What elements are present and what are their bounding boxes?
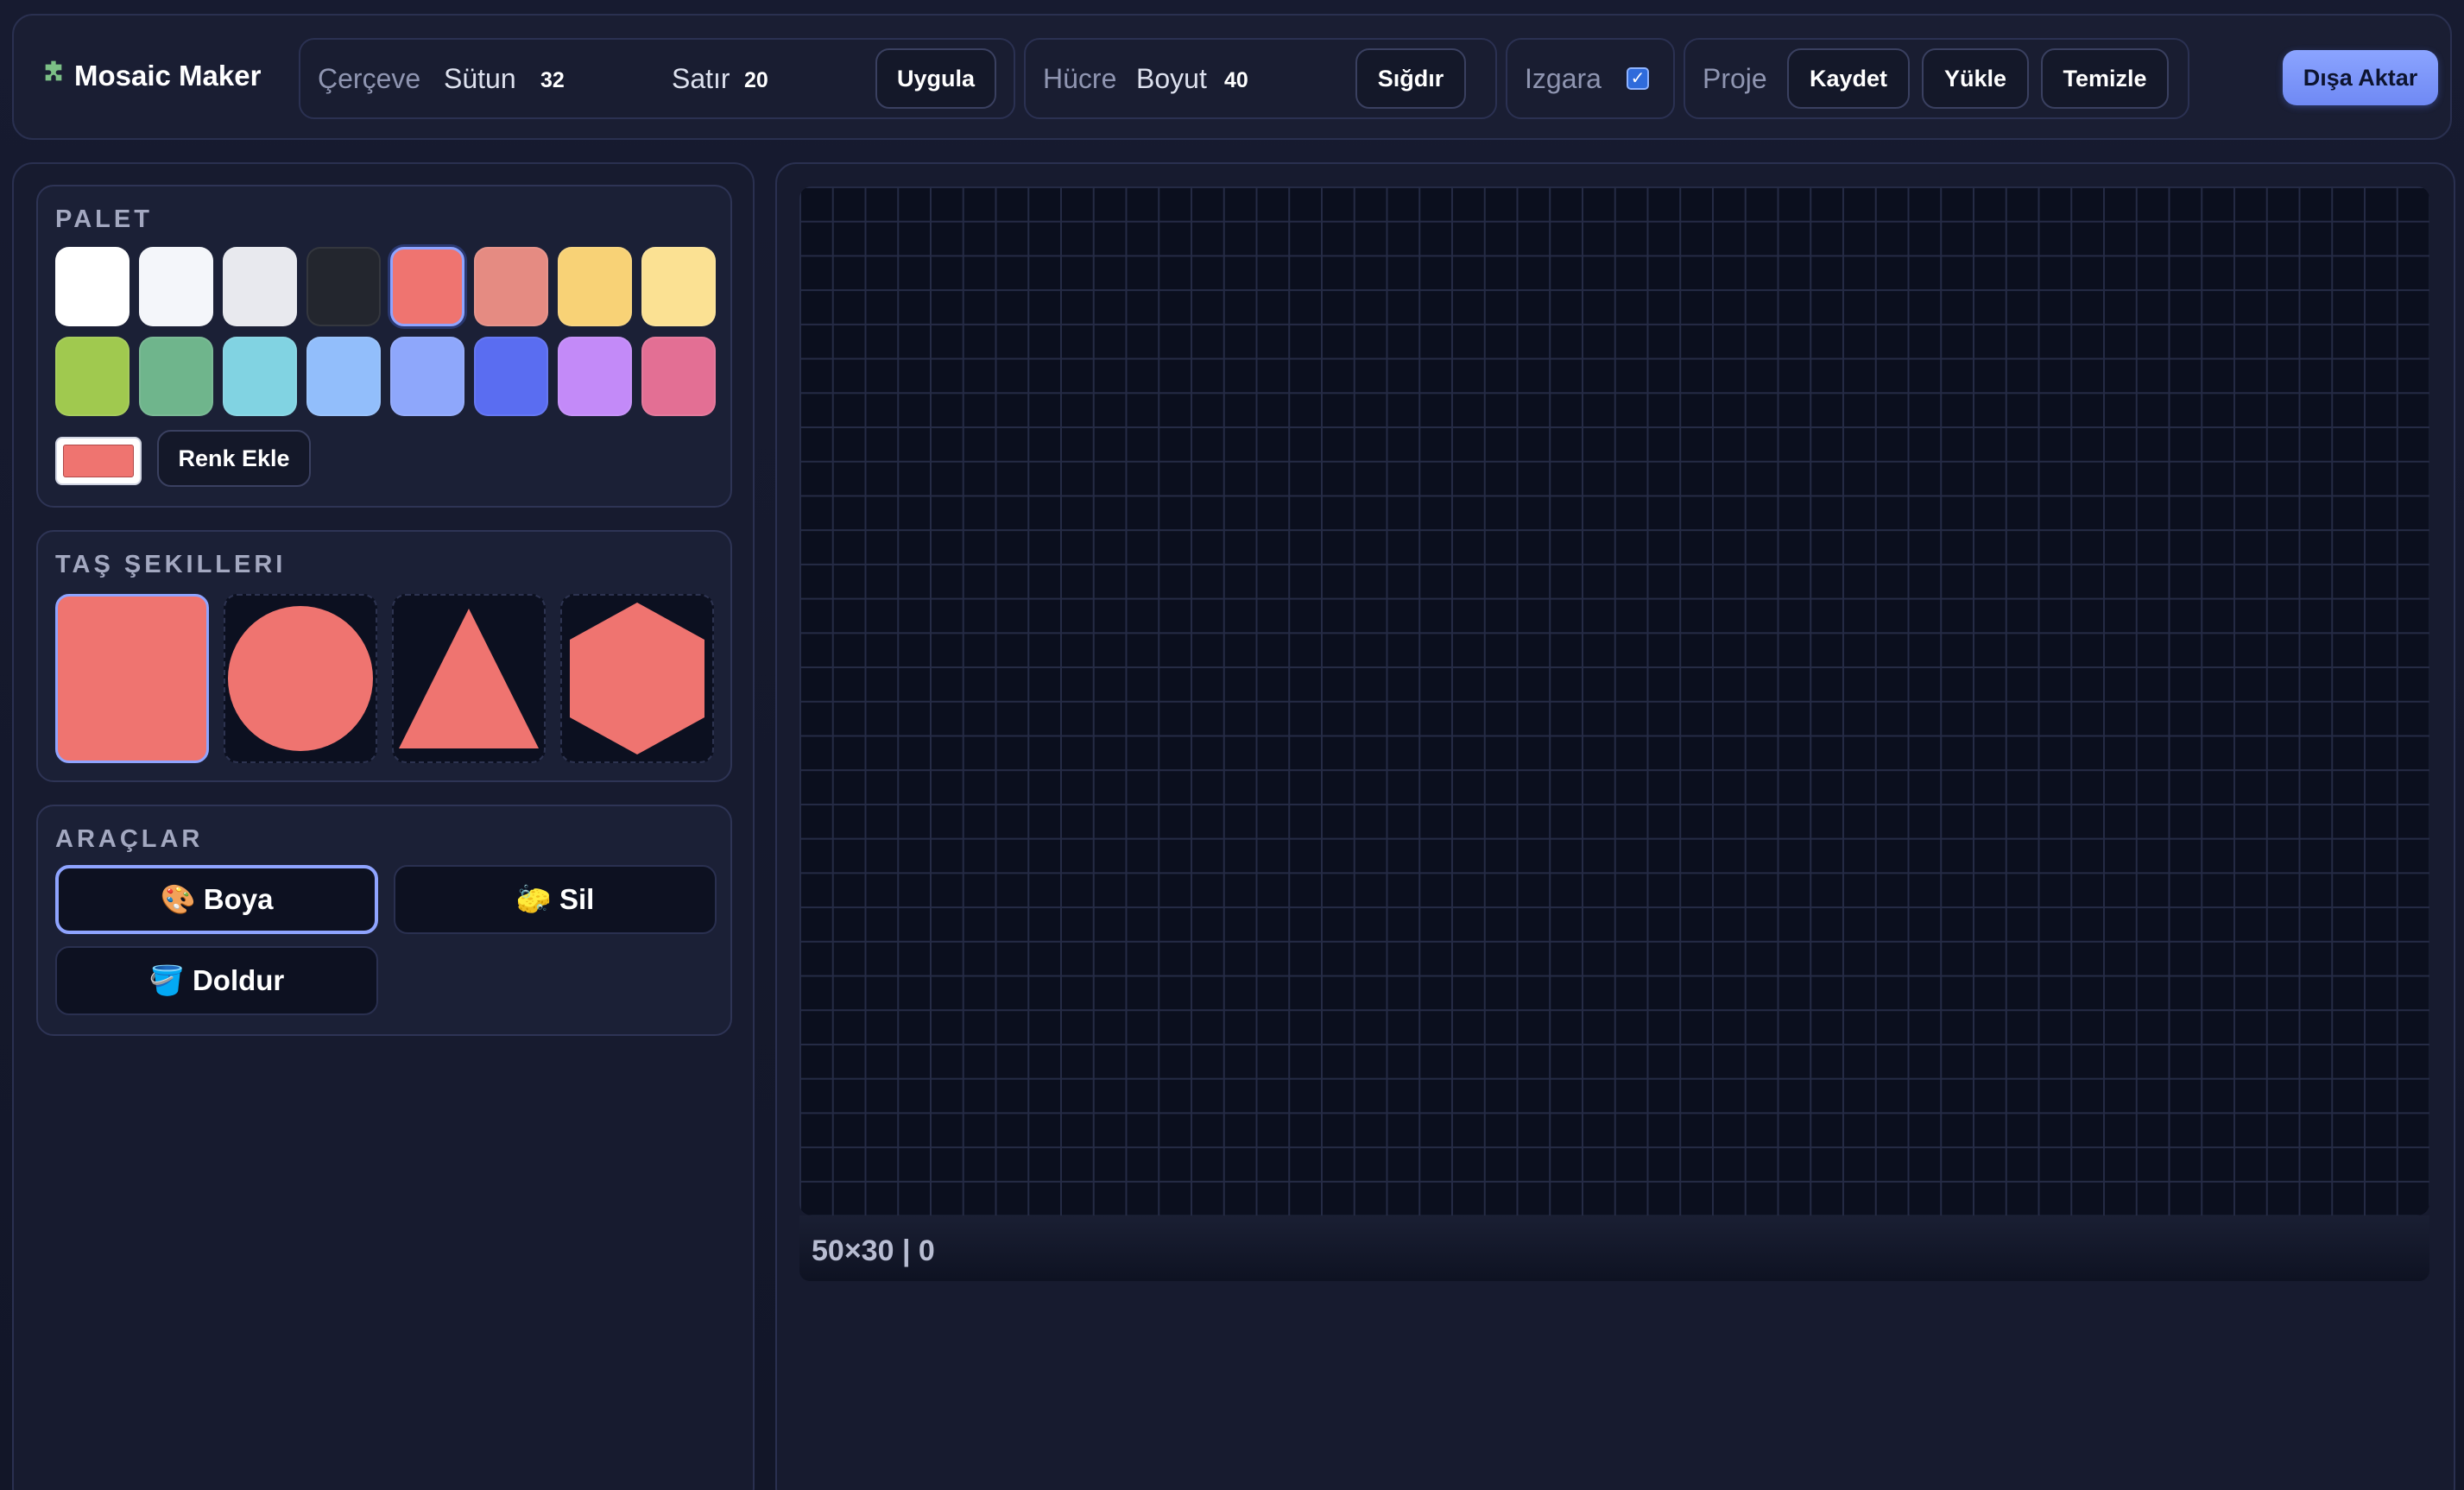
top-toolbar: Mosaic Maker Çerçeve Sütun 32 Satır 20 U… [12,14,2452,140]
grid-toggle-checkbox[interactable]: ✓ [1627,67,1649,90]
fit-button[interactable]: Sığdır [1355,48,1466,109]
hexagon-shape-icon [570,603,704,754]
triangle-shape-icon [399,609,539,748]
mosaic-canvas[interactable] [799,186,2429,1215]
rows-input[interactable]: 20 [744,68,768,93]
palette-card: PALET Renk Ekle [36,185,732,508]
cell-size-input[interactable]: 40 [1224,68,1248,93]
palette-swatch[interactable] [558,247,632,326]
palette-title: PALET [55,205,153,233]
palette-swatch[interactable] [558,337,632,416]
palette-swatch[interactable] [306,247,381,326]
shape-triangle-option[interactable] [392,594,546,763]
palette-swatch[interactable] [390,247,464,326]
export-button[interactable]: Dışa Aktar [2283,50,2438,105]
grid-group: Izgara ✓ [1506,38,1675,119]
canvas-status-text: 50×30 | 0 [812,1234,935,1267]
columns-label: Sütun [444,63,516,94]
cell-size-label: Boyut [1136,63,1207,94]
app-title: Mosaic Maker [74,60,262,92]
palette-swatch[interactable] [474,337,548,416]
apply-button[interactable]: Uygula [875,48,996,109]
shape-circle-option[interactable] [224,594,377,763]
palette-swatch[interactable] [306,337,381,416]
palette-swatch[interactable] [55,337,130,416]
clear-button[interactable]: Temizle [2041,48,2169,109]
palette-swatch[interactable] [641,247,716,326]
tools-card: ARAÇLAR 🎨 Boya 🧽 Sil 🪣 Doldur [36,805,732,1036]
save-button[interactable]: Kaydet [1787,48,1910,109]
tools-title: ARAÇLAR [55,825,204,853]
paint-tool-button[interactable]: 🎨 Boya [55,865,378,934]
palette-swatch[interactable] [641,337,716,416]
shape-square-option[interactable] [55,594,209,763]
palette-swatch[interactable] [390,337,464,416]
shapes-card: TAŞ ŞEKILLERI [36,530,732,782]
grid-toggle-label: Izgara [1525,63,1602,94]
load-button[interactable]: Yükle [1922,48,2029,109]
palette-swatch[interactable] [139,337,213,416]
circle-shape-icon [228,606,373,751]
palette-swatch[interactable] [223,247,297,326]
canvas-status-bar: 50×30 | 0 [799,1215,2429,1281]
rows-label: Satır [672,63,730,94]
frame-group-title: Çerçeve [318,63,421,94]
project-group-title: Proje [1703,63,1767,94]
app-brand: Mosaic Maker [40,59,261,93]
columns-input[interactable]: 32 [540,68,565,93]
palette-swatch[interactable] [139,247,213,326]
color-picker[interactable] [55,437,142,485]
fill-tool-button[interactable]: 🪣 Doldur [55,946,378,1015]
add-color-button[interactable]: Renk Ekle [157,430,311,487]
color-picker-value [63,445,134,477]
frame-group: Çerçeve Sütun 32 Satır 20 Uygula [299,38,1015,119]
cell-group: Hücre Boyut 40 Sığdır [1024,38,1497,119]
app-root: Mosaic Maker Çerçeve Sütun 32 Satır 20 U… [0,0,2464,1490]
cell-group-title: Hücre [1043,63,1117,94]
shapes-title: TAŞ ŞEKILLERI [55,551,287,578]
puzzle-icon [40,59,67,93]
shape-hexagon-option[interactable] [560,594,714,763]
palette-swatch[interactable] [474,247,548,326]
project-group: Proje Kaydet Yükle Temizle [1684,38,2189,119]
sidebar: PALET Renk Ekle TAŞ ŞEKILLERI ARAÇLAR 🎨 … [12,162,755,1490]
palette-swatch[interactable] [223,337,297,416]
palette-swatch[interactable] [55,247,130,326]
erase-tool-button[interactable]: 🧽 Sil [394,865,717,934]
